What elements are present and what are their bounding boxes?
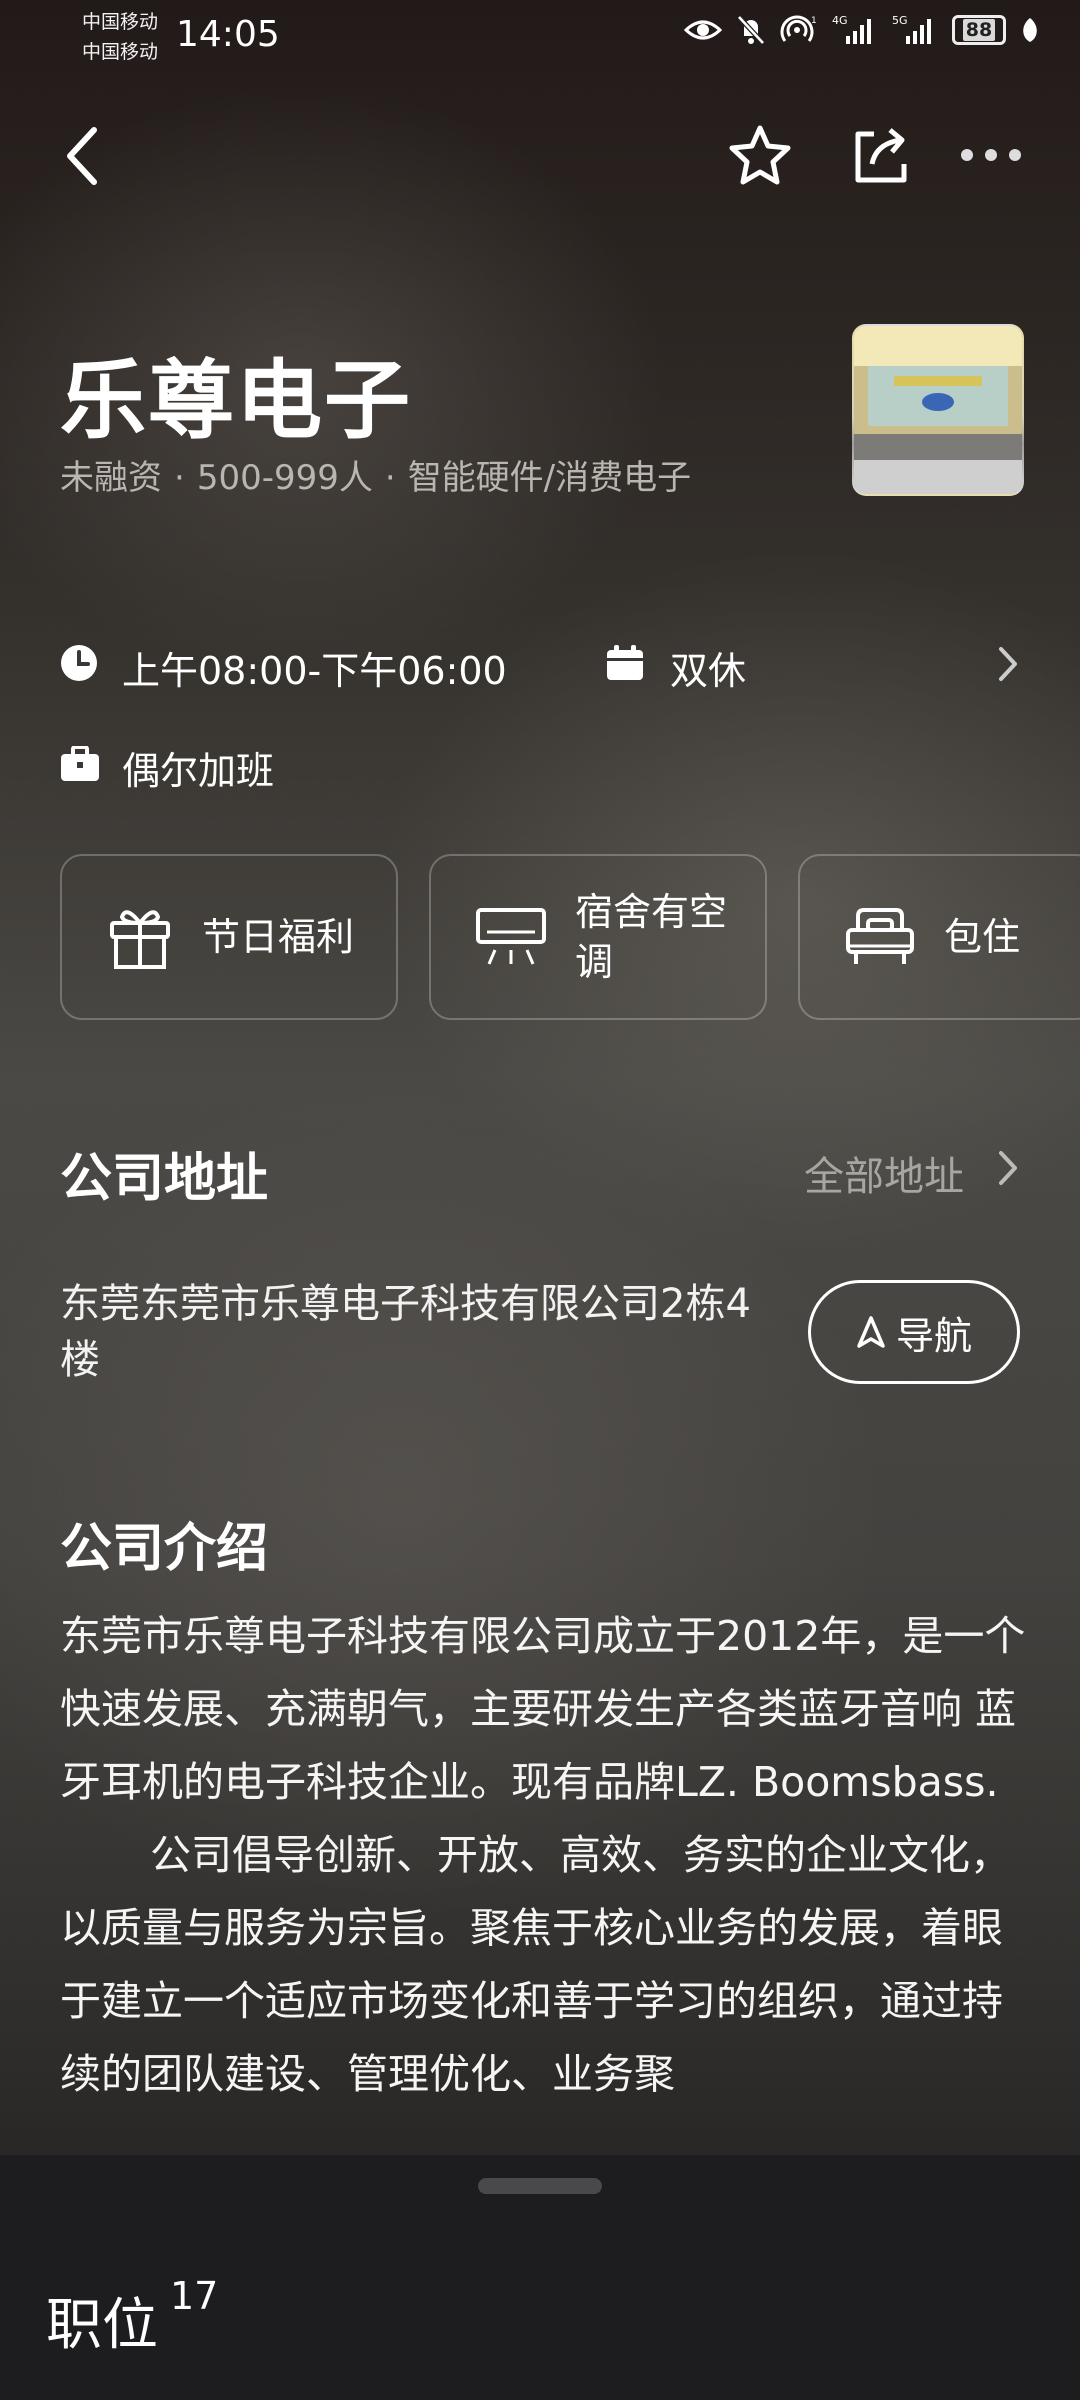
briefcase-icon	[61, 746, 99, 781]
signal-4g-icon: 4G	[832, 14, 871, 44]
intro-section-title: 公司介绍	[60, 1519, 269, 1579]
company-industry: 智能硬件/消费电子	[407, 458, 692, 498]
benefit-tag-housing[interactable]: 包住	[798, 854, 1080, 1020]
overtime: 偶尔加班	[122, 749, 275, 793]
carrier-1: 中国移动	[82, 11, 159, 33]
bed-icon	[846, 908, 914, 964]
mute-bell-icon	[737, 15, 765, 45]
calendar-icon	[607, 645, 643, 680]
jobs-count: 17	[170, 2274, 219, 2318]
company-meta: 未融资 · 500-999人 · 智能硬件/消费电子	[60, 458, 692, 498]
signal-5g-icon: 5G	[892, 14, 931, 44]
leaf-icon	[1023, 18, 1037, 42]
jobs-label: 职位	[46, 2293, 158, 2358]
carrier-2: 中国移动	[82, 41, 159, 63]
battery-level: 88	[962, 19, 996, 41]
all-addresses-chevron-icon[interactable]	[996, 1148, 1020, 1188]
more-icon[interactable]	[958, 146, 1024, 164]
work-hours: 上午08:00-下午06:00	[122, 649, 507, 693]
company-size: 500-999人	[196, 458, 373, 498]
company-name: 乐尊电子	[60, 351, 412, 451]
back-icon[interactable]	[62, 124, 102, 188]
benefit-label-housing: 包住	[944, 915, 1021, 959]
work-info-chevron-icon[interactable]	[996, 644, 1020, 684]
favorite-star-icon[interactable]	[728, 124, 792, 186]
funding-stage: 未融资	[60, 458, 162, 498]
share-icon[interactable]	[850, 124, 912, 186]
benefit-tag-holiday[interactable]: 节日福利	[60, 854, 398, 1020]
jobs-header[interactable]: 职位 17	[46, 2274, 218, 2361]
clock-icon	[61, 645, 97, 681]
benefit-label-dorm-ac: 宿舍有空调	[575, 890, 728, 984]
company-address: 东莞东莞市乐尊电子科技有限公司2栋4楼	[60, 1281, 751, 1383]
status-time: 14:05	[176, 14, 280, 55]
battery-indicator: 88	[952, 15, 1006, 45]
company-photo[interactable]	[852, 324, 1024, 496]
svg-text:4G: 4G	[832, 14, 848, 27]
eye-icon	[684, 20, 722, 40]
rest-days: 双休	[670, 649, 747, 693]
navigation-arrow-icon	[857, 1316, 885, 1348]
navigate-button[interactable]: 导航	[808, 1280, 1020, 1384]
intro-paragraph-2: 公司倡导创新、开放、高效、务实的企业文化，以质量与服务为宗旨。聚焦于核心业务的发…	[60, 1831, 1011, 2098]
navigate-label: 导航	[895, 1313, 972, 1358]
all-addresses-link[interactable]: 全部地址	[804, 1144, 964, 1202]
air-conditioner-icon	[476, 908, 546, 965]
benefit-tag-dorm-ac[interactable]: 宿舍有空调	[429, 854, 767, 1020]
address-section-title: 公司地址	[60, 1149, 269, 1209]
gift-icon	[110, 910, 170, 969]
company-intro: 东莞市乐尊电子科技有限公司成立于2012年，是一个快速发展、充满朝气，主要研发生…	[60, 1600, 1030, 2150]
status-icons: 1 4G 5G 88	[684, 14, 1040, 46]
svg-text:5G: 5G	[892, 14, 908, 27]
benefit-label-holiday: 节日福利	[202, 915, 355, 959]
sheet-drag-handle[interactable]	[478, 2178, 602, 2194]
hotspot-icon: 1	[780, 15, 817, 42]
intro-paragraph-1: 东莞市乐尊电子科技有限公司成立于2012年，是一个快速发展、充满朝气，主要研发生…	[60, 1612, 1026, 1806]
svg-text:1: 1	[811, 16, 817, 26]
